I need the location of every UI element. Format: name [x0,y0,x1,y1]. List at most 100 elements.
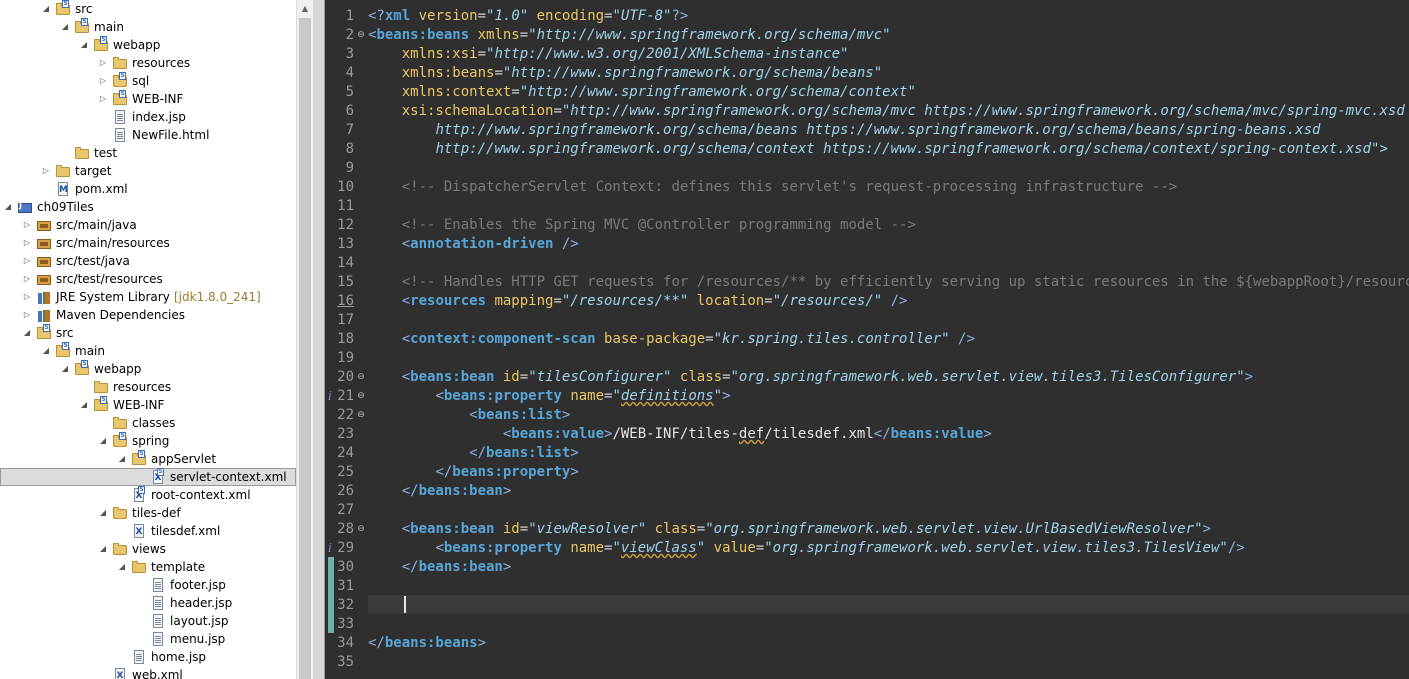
collapsed-arrow-icon[interactable]: ▷ [22,270,32,288]
code-line[interactable]: http://www.springframework.org/schema/co… [368,140,1387,159]
code-line[interactable]: <beans:property name="viewClass" value="… [368,539,1244,558]
tree-item[interactable]: web.xml [0,666,296,679]
tree-item[interactable]: pom.xml [0,180,296,198]
fold-toggle-icon[interactable]: ⊖ [355,26,367,45]
code-line[interactable]: <?xml version="1.0" encoding="UTF-8"?> [368,7,688,26]
collapsed-arrow-icon[interactable]: ▷ [22,306,32,324]
fold-toggle-icon[interactable]: ⊖ [355,520,367,539]
code-line[interactable]: <context:component-scan base-package="kr… [368,330,975,349]
tree-item[interactable]: NewFile.html [0,126,296,144]
info-marker-icon[interactable]: i [328,539,336,558]
tree-item[interactable]: ◢ views [0,540,296,558]
tree-item[interactable]: ◢ Ssrc [0,0,296,18]
code-line[interactable]: http://www.springframework.org/schema/be… [368,121,1320,140]
collapsed-arrow-icon[interactable]: ▷ [41,162,51,180]
code-line[interactable]: xmlns:context="http://www.springframewor… [368,83,916,102]
expanded-arrow-icon[interactable]: ◢ [22,324,32,342]
tree-item[interactable]: ◢ Smain [0,18,296,36]
code-line[interactable]: </beans:list> [368,444,579,463]
collapsed-arrow-icon[interactable]: ▷ [98,72,108,90]
tree-item[interactable]: ◢ Smain [0,342,296,360]
code-line[interactable]: <beans:beans xmlns="http://www.springfra… [368,26,891,45]
code-line[interactable]: <!-- DispatcherServlet Context: defines … [368,178,1177,197]
collapsed-arrow-icon[interactable]: ▷ [22,234,32,252]
tree-item[interactable]: resources [0,378,296,396]
tree-item[interactable]: classes [0,414,296,432]
expanded-arrow-icon[interactable]: ◢ [117,558,127,576]
code-line[interactable]: xsi:schemaLocation="http://www.springfra… [368,102,1405,121]
tree-item[interactable]: menu.jsp [0,630,296,648]
code-line[interactable]: <beans:value>/WEB-INF/tiles-def/tilesdef… [368,425,992,444]
expanded-arrow-icon[interactable]: ◢ [60,360,70,378]
code-line[interactable]: </beans:property> [368,463,578,482]
tree-item[interactable]: ◢ Sspring [0,432,296,450]
expanded-arrow-icon[interactable]: ◢ [98,540,108,558]
tree-item[interactable]: ◢ Swebapp [0,360,296,378]
expanded-arrow-icon[interactable]: ◢ [79,396,89,414]
fold-toggle-icon[interactable]: ⊖ [355,406,367,425]
fold-toggle-icon[interactable]: ⊖ [355,368,367,387]
code-line[interactable]: <beans:property name="definitions"> [368,387,730,406]
collapsed-arrow-icon[interactable]: ▷ [98,90,108,108]
tree-item[interactable]: layout.jsp [0,612,296,630]
tree-item[interactable]: ▷ src/test/resources [0,270,296,288]
expanded-arrow-icon[interactable]: ◢ [98,432,108,450]
collapsed-arrow-icon[interactable]: ▷ [22,252,32,270]
code-line[interactable]: </beans:bean> [368,558,512,577]
tree-item[interactable]: ▷ Ssql [0,72,296,90]
code-line[interactable]: <beans:list> [368,406,570,425]
tree-item[interactable]: ▷ src/test/java [0,252,296,270]
code-line[interactable]: <annotation-driven /> [368,235,579,254]
code-line[interactable]: <beans:bean id="tilesConfigurer" class="… [368,368,1253,387]
tree-item[interactable]: ▷ target [0,162,296,180]
expanded-arrow-icon[interactable]: ◢ [3,198,13,216]
code-line[interactable]: xmlns:xsi="http://www.w3.org/2001/XMLSch… [368,45,849,64]
tree-scrollbar[interactable]: ▲ [296,0,313,679]
code-line[interactable]: </beans:beans> [368,634,486,653]
tree-item[interactable]: test [0,144,296,162]
tree-scroll-thumb[interactable] [299,18,311,679]
tree-item[interactable]: ◢ S WEB-INF [0,396,296,414]
project-explorer-tree[interactable]: ◢ Ssrc ◢ Smain ◢ Swebapp ▷ resources ▷ Ssql ▷ S WEB-… [0,0,296,679]
tree-item[interactable]: footer.jsp [0,576,296,594]
tree-item[interactable]: ▷ JRE System Library [jdk1.8.0_241] [0,288,296,306]
code-line[interactable]: <!-- Handles HTTP GET requests for /reso… [368,273,1409,292]
expanded-arrow-icon[interactable]: ◢ [60,18,70,36]
tree-item[interactable]: ▷ resources [0,54,296,72]
expanded-arrow-icon[interactable]: ◢ [41,0,51,18]
tree-item[interactable]: ◢ template [0,558,296,576]
collapsed-arrow-icon[interactable]: ▷ [98,54,108,72]
collapsed-arrow-icon[interactable]: ▷ [22,216,32,234]
collapsed-arrow-icon[interactable]: ▷ [22,288,32,306]
tree-item[interactable]: ◢ SappServlet [0,450,296,468]
tree-item[interactable]: ◢ Swebapp [0,36,296,54]
tree-item[interactable]: Sservlet-context.xml [0,468,296,486]
tree-item[interactable]: ◢ tiles-def [0,504,296,522]
tree-item[interactable]: ▷ src/main/java [0,216,296,234]
tree-item[interactable]: ◢ Ssrc [0,324,296,342]
xml-editor[interactable]: ii 1 2 3 4 5 6 7 8 9 10 11 12 13 14 15 16 17 18 19 20 21 22 23… [325,0,1409,679]
code-line[interactable]: </beans:bean> [368,482,512,501]
tree-item[interactable]: home.jsp [0,648,296,666]
info-marker-icon[interactable]: i [328,387,336,406]
tree-item[interactable]: ◢ ch09Tiles [0,197,296,216]
tree-item[interactable]: Sroot-context.xml [0,486,296,504]
expanded-arrow-icon[interactable]: ◢ [79,36,89,54]
panel-divider[interactable] [313,0,325,679]
tree-item[interactable]: ▷ src/main/resources [0,234,296,252]
tree-item[interactable]: ▷ Maven Dependencies [0,306,296,324]
code-line[interactable]: <beans:bean id="viewResolver" class="org… [368,520,1211,539]
scroll-up-arrow-icon[interactable]: ▲ [297,0,313,17]
code-area[interactable]: <?xml version="1.0" encoding="UTF-8"?> <b… [368,0,1409,679]
fold-toggle-icon[interactable]: ⊖ [355,387,367,406]
tree-item[interactable]: ▷ S WEB-INF [0,90,296,108]
expanded-arrow-icon[interactable]: ◢ [41,342,51,360]
expanded-arrow-icon[interactable]: ◢ [117,450,127,468]
tree-item[interactable]: tilesdef.xml [0,522,296,540]
tree-item[interactable]: index.jsp [0,108,296,126]
code-line[interactable]: xmlns:beans="http://www.springframework.… [368,64,882,83]
expanded-arrow-icon[interactable]: ◢ [98,504,108,522]
tree-item[interactable]: header.jsp [0,594,296,612]
code-line[interactable]: <!-- Enables the Spring MVC @Controller … [368,216,916,235]
code-line[interactable]: <resources mapping="/resources/**" locat… [368,292,908,311]
